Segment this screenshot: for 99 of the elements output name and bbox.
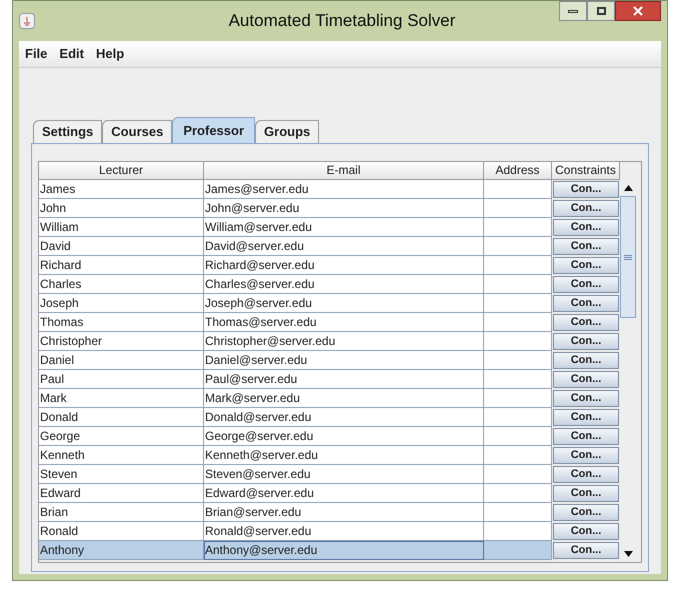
- table-cell: [484, 218, 552, 237]
- constraints-button[interactable]: Con...: [553, 371, 619, 388]
- constraints-button[interactable]: Con...: [553, 200, 619, 217]
- constraints-button[interactable]: Con...: [553, 352, 619, 369]
- table-cell: William: [39, 218, 204, 237]
- table-cell: Anthony: [39, 541, 204, 560]
- table-cell: Christopher@server.edu: [204, 332, 484, 351]
- close-button[interactable]: [615, 1, 661, 21]
- constraints-button[interactable]: Con...: [553, 485, 619, 502]
- java-icon: [19, 13, 35, 29]
- constraints-button[interactable]: Con...: [553, 314, 619, 331]
- tab[interactable]: Settings: [33, 120, 102, 143]
- table-cell: Kenneth: [39, 446, 204, 465]
- table-cell: [484, 389, 552, 408]
- grip-icon: [624, 254, 632, 260]
- table-cell: Thomas: [39, 313, 204, 332]
- table-cell: James@server.edu: [204, 180, 484, 199]
- close-icon: [633, 6, 643, 16]
- table-cell: Donald@server.edu: [204, 408, 484, 427]
- table-cell: James: [39, 180, 204, 199]
- table-cell: Mark@server.edu: [204, 389, 484, 408]
- constraints-button[interactable]: Con...: [553, 257, 619, 274]
- table-cell: Daniel: [39, 351, 204, 370]
- table-cell: [484, 503, 552, 522]
- table-cell: Brian: [39, 503, 204, 522]
- table-cell: [484, 408, 552, 427]
- table-cell: Richard: [39, 256, 204, 275]
- tab[interactable]: Professor: [172, 117, 256, 143]
- table-cell: Edward@server.edu: [204, 484, 484, 503]
- table-cell: George@server.edu: [204, 427, 484, 446]
- constraints-button[interactable]: Con...: [553, 523, 619, 540]
- table-cell: [484, 199, 552, 218]
- table-cell: [484, 237, 552, 256]
- scroll-thumb[interactable]: [620, 196, 636, 318]
- table-cell: Thomas@server.edu: [204, 313, 484, 332]
- table-cell: John: [39, 199, 204, 218]
- table-cell: Paul@server.edu: [204, 370, 484, 389]
- table-cell: [484, 256, 552, 275]
- table-cell: Ronald: [39, 522, 204, 541]
- constraints-button[interactable]: Con...: [553, 238, 619, 255]
- tab[interactable]: Courses: [102, 120, 172, 143]
- table-cell: Anthony@server.edu: [204, 541, 484, 560]
- table-cell: [484, 313, 552, 332]
- column-header[interactable]: Address: [484, 162, 552, 180]
- window-title: Automated Timetabling Solver: [228, 10, 456, 32]
- constraints-button[interactable]: Con...: [553, 409, 619, 426]
- table-cell: Daniel@server.edu: [204, 351, 484, 370]
- table-cell: Christopher: [39, 332, 204, 351]
- table-cell: Ronald@server.edu: [204, 522, 484, 541]
- table-cell: David@server.edu: [204, 237, 484, 256]
- minimize-button[interactable]: [559, 1, 587, 21]
- constraints-button[interactable]: Con...: [553, 295, 619, 312]
- table-cell: Joseph@server.edu: [204, 294, 484, 313]
- table-cell: George: [39, 427, 204, 446]
- table-cell: Joseph: [39, 294, 204, 313]
- table-cell: Mark: [39, 389, 204, 408]
- constraints-button[interactable]: Con...: [553, 447, 619, 464]
- table-cell: David: [39, 237, 204, 256]
- menu-item[interactable]: Edit: [59, 44, 84, 64]
- table-cell: [484, 370, 552, 389]
- table-cell: [484, 351, 552, 370]
- table-cell: [484, 541, 552, 560]
- table-cell: Richard@server.edu: [204, 256, 484, 275]
- constraints-button[interactable]: Con...: [553, 390, 619, 407]
- table-cell: [484, 522, 552, 541]
- table-cell: [484, 275, 552, 294]
- table-cell: Edward: [39, 484, 204, 503]
- table-cell: Kenneth@server.edu: [204, 446, 484, 465]
- table-cell: John@server.edu: [204, 199, 484, 218]
- constraints-button[interactable]: Con...: [553, 181, 619, 198]
- column-header[interactable]: E-mail: [204, 162, 484, 180]
- constraints-button[interactable]: Con...: [553, 542, 619, 559]
- table-cell: Paul: [39, 370, 204, 389]
- table-cell: Brian@server.edu: [204, 503, 484, 522]
- constraints-button[interactable]: Con...: [553, 219, 619, 236]
- table-cell: Donald: [39, 408, 204, 427]
- table-cell: [484, 427, 552, 446]
- table-cell: William@server.edu: [204, 218, 484, 237]
- menu-item[interactable]: Help: [96, 44, 124, 64]
- table-cell: Steven: [39, 465, 204, 484]
- table-cell: [484, 294, 552, 313]
- column-header[interactable]: Lecturer: [39, 162, 204, 180]
- table-cell: Steven@server.edu: [204, 465, 484, 484]
- constraints-button[interactable]: Con...: [553, 466, 619, 483]
- table-cell: Charles: [39, 275, 204, 294]
- table-cell: Charles@server.edu: [204, 275, 484, 294]
- constraints-button[interactable]: Con...: [553, 276, 619, 293]
- constraints-button[interactable]: Con...: [553, 428, 619, 445]
- table-cell: [484, 332, 552, 351]
- constraints-button[interactable]: Con...: [553, 333, 619, 350]
- constraints-button[interactable]: Con...: [553, 504, 619, 521]
- column-header[interactable]: Constraints: [552, 162, 620, 180]
- table-cell: [484, 484, 552, 503]
- table-cell: [484, 465, 552, 484]
- maximize-button[interactable]: [587, 1, 615, 21]
- tab[interactable]: Groups: [255, 120, 320, 143]
- menu-item[interactable]: File: [25, 44, 48, 64]
- table-cell: [484, 180, 552, 199]
- table-cell: [484, 446, 552, 465]
